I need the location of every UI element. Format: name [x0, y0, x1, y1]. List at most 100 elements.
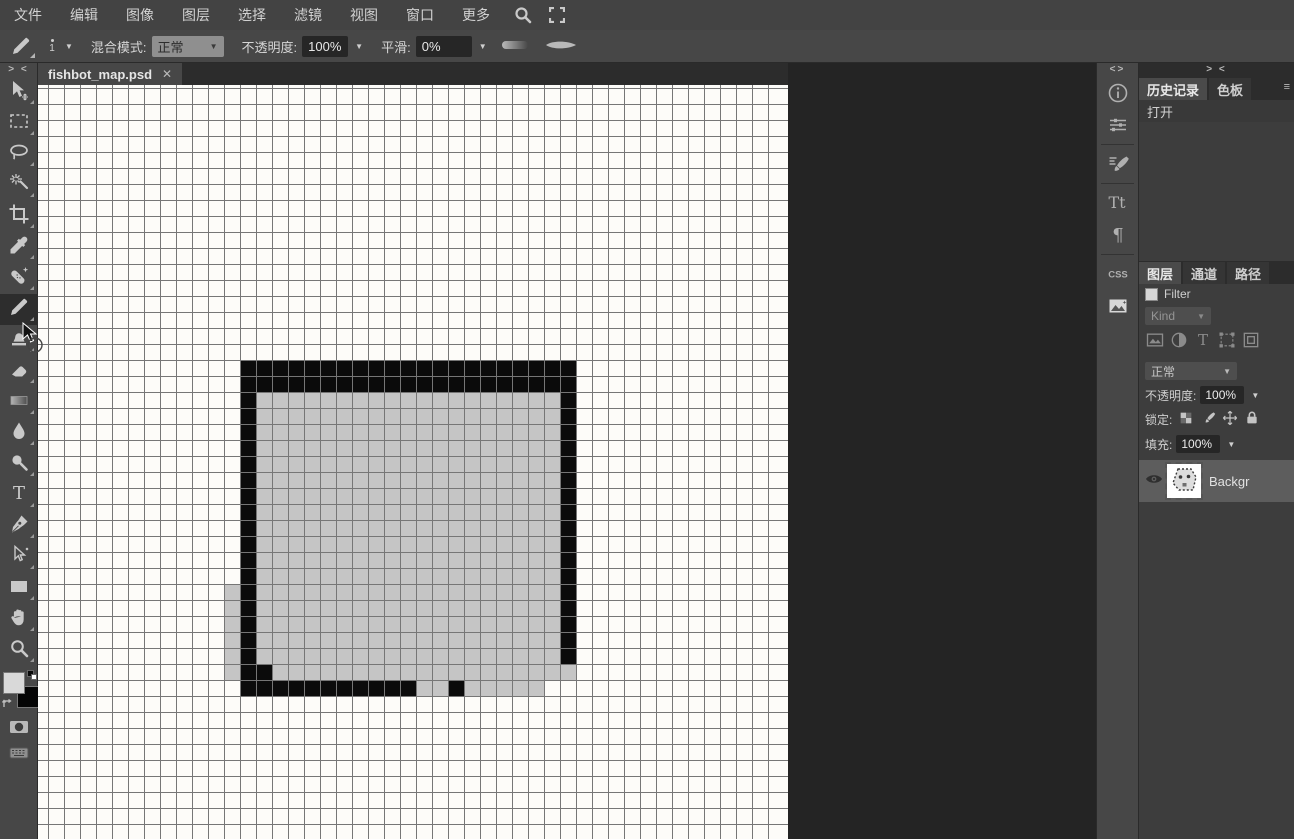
pixel-cell[interactable]: [480, 488, 496, 504]
lasso-tool[interactable]: [0, 139, 38, 170]
tab-layers-1[interactable]: 通道: [1183, 262, 1225, 284]
bbox-filter-icon[interactable]: [1217, 330, 1237, 355]
pixel-cell[interactable]: [480, 552, 496, 568]
pixel-cell[interactable]: [336, 392, 352, 408]
pixel-cell[interactable]: [320, 584, 336, 600]
pixel-cell[interactable]: [304, 408, 320, 424]
smart-object-filter-icon[interactable]: [1241, 330, 1261, 355]
pixel-cell[interactable]: [288, 360, 304, 376]
menu-item-4[interactable]: 选择: [224, 0, 280, 30]
pixel-cell[interactable]: [240, 488, 256, 504]
pixel-cell[interactable]: [368, 616, 384, 632]
hand-tool[interactable]: [0, 604, 38, 635]
pixel-cell[interactable]: [288, 408, 304, 424]
pixel-cell[interactable]: [544, 504, 560, 520]
pixel-cell[interactable]: [464, 536, 480, 552]
pixel-cell[interactable]: [464, 504, 480, 520]
pixel-cell[interactable]: [256, 440, 272, 456]
pixel-cell[interactable]: [528, 584, 544, 600]
pixel-cell[interactable]: [528, 472, 544, 488]
pixel-cell[interactable]: [432, 472, 448, 488]
pixel-cell[interactable]: [368, 584, 384, 600]
pixel-cell[interactable]: [512, 616, 528, 632]
pixel-cell[interactable]: [448, 440, 464, 456]
pixel-cell[interactable]: [288, 536, 304, 552]
pixel-cell[interactable]: [304, 360, 320, 376]
pixel-cell[interactable]: [416, 520, 432, 536]
move-tool[interactable]: [0, 77, 38, 108]
pixel-cell[interactable]: [512, 568, 528, 584]
pixel-cell[interactable]: [432, 520, 448, 536]
quickmask-button[interactable]: [0, 716, 38, 742]
pixel-cell[interactable]: [272, 472, 288, 488]
pixel-cell[interactable]: [288, 488, 304, 504]
pixel-cell[interactable]: [368, 568, 384, 584]
pixel-cell[interactable]: [384, 360, 400, 376]
pixel-cell[interactable]: [400, 392, 416, 408]
pixel-cell[interactable]: [560, 392, 576, 408]
menu-item-8[interactable]: 更多: [448, 0, 504, 30]
clone-stamp-tool[interactable]: [0, 325, 38, 356]
pixel-cell[interactable]: [304, 520, 320, 536]
pixel-cell[interactable]: [416, 472, 432, 488]
taper-stroke-icon[interactable]: [545, 39, 577, 54]
pixel-cell[interactable]: [368, 360, 384, 376]
pixel-cell[interactable]: [336, 664, 352, 680]
pixel-cell[interactable]: [288, 472, 304, 488]
pixel-cell[interactable]: [448, 424, 464, 440]
pixel-cell[interactable]: [528, 456, 544, 472]
pixel-cell[interactable]: [528, 552, 544, 568]
pixel-cell[interactable]: [224, 488, 240, 504]
pixel-cell[interactable]: [512, 472, 528, 488]
pixel-cell[interactable]: [496, 504, 512, 520]
menu-item-7[interactable]: 窗口: [392, 0, 448, 30]
pixel-cell[interactable]: [336, 488, 352, 504]
pixel-cell[interactable]: [368, 424, 384, 440]
pixel-cell[interactable]: [416, 536, 432, 552]
pixel-cell[interactable]: [320, 360, 336, 376]
pixel-cell[interactable]: [320, 504, 336, 520]
pixel-cell[interactable]: [528, 392, 544, 408]
pixel-cell[interactable]: [240, 552, 256, 568]
rect-select-tool[interactable]: [0, 108, 38, 139]
pixel-cell[interactable]: [288, 664, 304, 680]
properties-icon[interactable]: [1097, 109, 1139, 141]
pixel-cell[interactable]: [304, 440, 320, 456]
pixel-cell[interactable]: [224, 376, 240, 392]
pixel-cell[interactable]: [384, 600, 400, 616]
pixel-cell[interactable]: [272, 648, 288, 664]
pixel-cell[interactable]: [224, 424, 240, 440]
pixel-cell[interactable]: [288, 376, 304, 392]
pixel-cell[interactable]: [432, 456, 448, 472]
pixel-cell[interactable]: [400, 472, 416, 488]
pixel-cell[interactable]: [544, 680, 560, 696]
pixel-cell[interactable]: [544, 584, 560, 600]
pixel-cell[interactable]: [256, 360, 272, 376]
layer-fill-input[interactable]: 100%: [1176, 435, 1220, 453]
pixel-cell[interactable]: [480, 664, 496, 680]
pixel-cell[interactable]: [320, 600, 336, 616]
pixel-cell[interactable]: [288, 680, 304, 696]
pixel-cell[interactable]: [256, 568, 272, 584]
pixel-cell[interactable]: [288, 440, 304, 456]
pixel-cell[interactable]: [320, 456, 336, 472]
pixel-cell[interactable]: [256, 488, 272, 504]
pixel-cell[interactable]: [336, 680, 352, 696]
pixel-cell[interactable]: [544, 536, 560, 552]
pixel-cell[interactable]: [416, 456, 432, 472]
pixel-cell[interactable]: [544, 632, 560, 648]
pixel-cell[interactable]: [464, 440, 480, 456]
pixel-cell[interactable]: [256, 504, 272, 520]
pixel-cell[interactable]: [352, 408, 368, 424]
pixel-cell[interactable]: [336, 648, 352, 664]
pixel-cell[interactable]: [560, 360, 576, 376]
pixel-cell[interactable]: [464, 520, 480, 536]
pixel-cell[interactable]: [544, 408, 560, 424]
pixel-cell[interactable]: [240, 584, 256, 600]
pixel-cell[interactable]: [464, 472, 480, 488]
pixel-cell[interactable]: [336, 616, 352, 632]
pixel-cell[interactable]: [464, 408, 480, 424]
pixel-cell[interactable]: [512, 424, 528, 440]
pixel-cell[interactable]: [320, 648, 336, 664]
pixel-cell[interactable]: [432, 616, 448, 632]
